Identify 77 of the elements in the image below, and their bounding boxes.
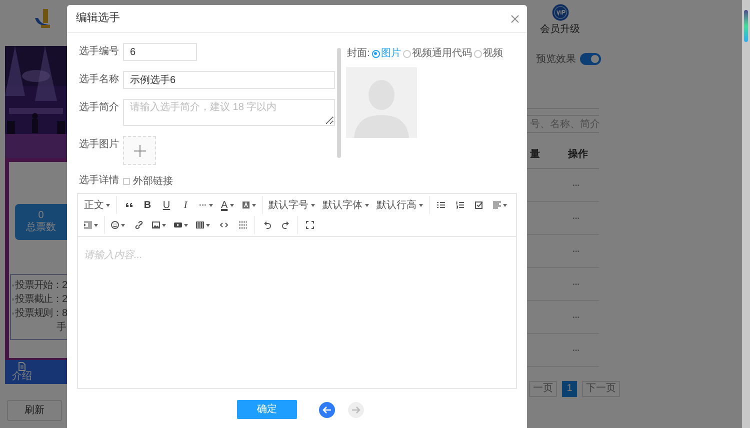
quote-icon — [124, 201, 132, 209]
plus-icon — [134, 144, 146, 156]
radio-button[interactable] — [372, 50, 380, 58]
textarea-field[interactable]: 请输入选手简介，建议 18 字以内 — [123, 99, 335, 126]
avatar-placeholder-icon — [346, 67, 417, 138]
scrollbar[interactable] — [742, 0, 750, 428]
refresh-button[interactable]: 刷新 — [7, 400, 62, 421]
field-label: 选手简介 — [79, 100, 120, 115]
checklist-icon — [475, 201, 484, 209]
info-text: 投票开始：2 — [15, 278, 67, 293]
video-icon — [174, 221, 182, 229]
underline-button[interactable]: U — [158, 196, 175, 214]
info-text: 手 — [56, 320, 66, 335]
bold-button[interactable]: B — [139, 196, 156, 214]
format-dropdown[interactable]: 默认行高 — [374, 196, 426, 214]
numbered-list-icon — [456, 201, 464, 209]
field-label: 选手名称 — [79, 72, 120, 87]
radio-button[interactable] — [402, 50, 411, 58]
left-arrow-button[interactable] — [319, 402, 335, 418]
more-actions[interactable]: ··· — [572, 310, 579, 324]
column-header: 操作 — [568, 148, 588, 162]
more-actions[interactable]: ··· — [572, 244, 579, 258]
align-icon — [492, 201, 501, 209]
scrollbar[interactable] — [337, 48, 341, 158]
link-icon — [134, 221, 142, 229]
indent-icon — [84, 221, 92, 229]
preview-label: 预览效果 — [536, 52, 576, 66]
redo-icon — [282, 221, 290, 229]
stat-value: 0 — [38, 210, 44, 222]
prev-page-button[interactable]: 一页 — [529, 381, 557, 397]
checkbox[interactable] — [123, 178, 130, 184]
cover-label: 封面: — [347, 46, 370, 61]
fullscreen-icon — [306, 221, 314, 229]
document-icon — [18, 362, 26, 371]
field-label: 选手图片 — [79, 138, 120, 152]
info-text: 投票截止：2 — [15, 292, 67, 307]
next-page-button[interactable]: 下一页 — [582, 381, 620, 397]
field-label: 选手详情 — [79, 174, 120, 188]
field-label: 选手编号 — [79, 44, 120, 59]
info-icon — [12, 310, 14, 317]
image-icon — [152, 221, 160, 229]
format-dropdown[interactable]: 正文 — [81, 196, 113, 214]
table-icon — [196, 221, 204, 229]
confirm-button[interactable]: 确定 — [237, 400, 297, 419]
more-actions[interactable]: ··· — [572, 276, 579, 292]
close-icon[interactable] — [511, 14, 519, 22]
undo-icon — [262, 221, 270, 229]
preview-toggle[interactable] — [580, 53, 601, 65]
text-input[interactable]: 示例选手6 — [123, 71, 335, 89]
vip-upgrade-label[interactable]: 会员升级 — [540, 22, 580, 37]
page-button[interactable]: 1 — [562, 381, 577, 397]
more-actions[interactable]: ··· — [572, 342, 579, 358]
more-actions[interactable]: ··· — [572, 210, 579, 226]
radio-button[interactable] — [474, 50, 482, 58]
more-actions[interactable]: ··· — [572, 178, 579, 192]
format-dropdown[interactable]: 默认字号 — [266, 196, 318, 214]
code-icon — [220, 221, 228, 229]
radio-label[interactable]: 图片 — [380, 46, 401, 61]
format-dropdown[interactable]: 默认字体 — [320, 196, 372, 214]
smiley-icon — [111, 221, 119, 229]
highlight-icon — [242, 201, 250, 209]
radio-label[interactable]: 视频 — [482, 46, 503, 61]
text-input[interactable]: 6 — [123, 43, 197, 61]
checkbox-label[interactable]: 外部链接 — [133, 174, 173, 188]
clock-icon — [12, 282, 14, 289]
dialog-title: 编辑选手 — [76, 11, 120, 26]
italic-button[interactable]: I — [177, 196, 194, 214]
clock-icon — [12, 296, 14, 303]
color-button[interactable]: A — [218, 196, 237, 214]
info-text: 投票规则：8 — [15, 306, 67, 321]
upload-button[interactable] — [123, 136, 156, 165]
divider-icon — [238, 221, 246, 229]
radio-label[interactable]: 视频通用代码 — [412, 46, 472, 61]
stat-label: 总票数 — [26, 222, 56, 234]
vip-badge-icon[interactable] — [552, 4, 568, 21]
bullet-list-icon — [437, 201, 446, 209]
column-header: 量 — [530, 148, 541, 162]
